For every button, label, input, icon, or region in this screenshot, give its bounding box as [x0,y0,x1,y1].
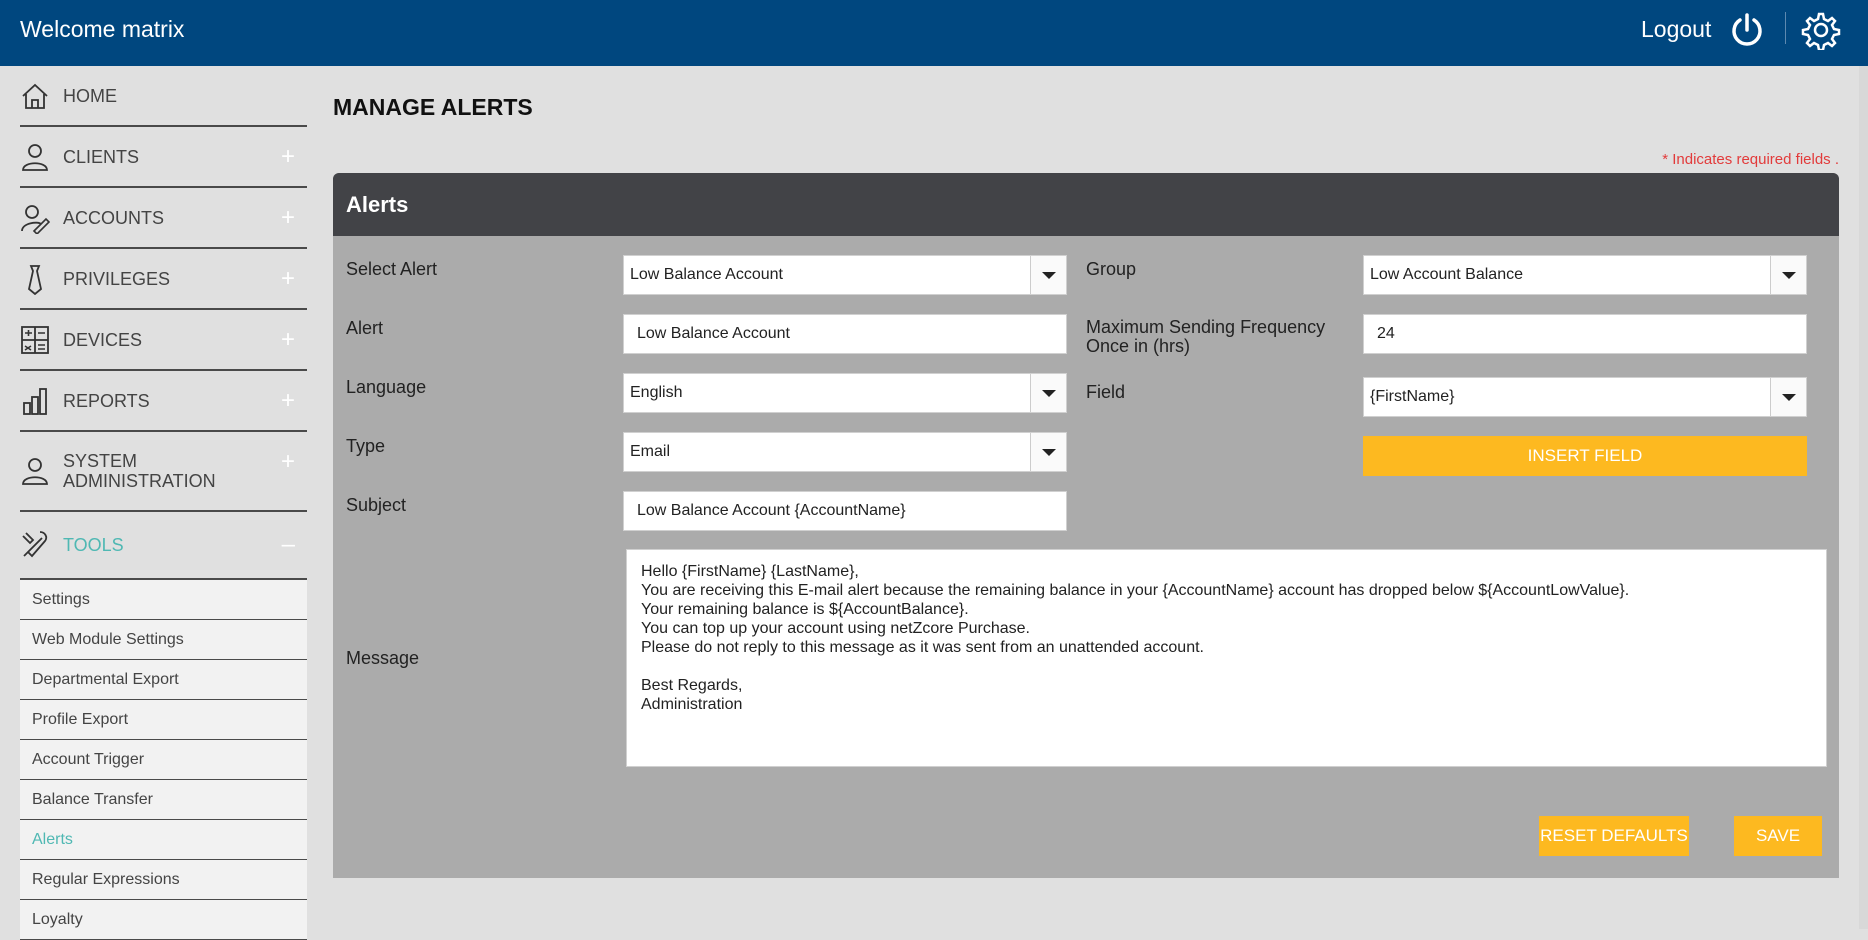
language-dropdown[interactable]: English [623,373,1067,413]
chevron-down-icon [1030,374,1066,412]
sidebar-item-label: TOOLS [63,535,124,555]
calculator-icon [21,325,49,354]
message-line [641,657,1812,676]
message-label: Message [346,648,420,668]
alert-input[interactable]: Low Balance Account [623,314,1067,354]
power-icon[interactable] [1727,10,1767,50]
expand-icon: + [280,203,295,231]
message-line: You are receiving this E-mail alert beca… [641,582,1630,599]
language-label: Language [346,377,427,397]
alert-label: Alert [346,318,384,338]
message-line: Hello {FirstName} {LastName}, [641,563,859,580]
sidebar-item-label: PRIVILEGES [63,268,171,289]
page-title: MANAGE ALERTS [333,94,533,120]
type-dropdown[interactable]: Email [623,432,1067,472]
home-icon [22,83,48,109]
submenu-item-profile-export[interactable]: Profile Export [20,700,307,740]
reset-defaults-button[interactable]: RESET DEFAULTS [1539,816,1689,856]
select-alert-value: Low Balance Account [630,266,783,283]
subject-label: Subject [346,495,407,515]
expand-icon: + [280,386,295,414]
sidebar-item-label: HOME [63,85,117,106]
user-icon [22,143,48,171]
message-line: Please do not reply to this message as i… [641,639,1204,656]
expand-icon: + [280,142,295,170]
alerts-panel: Alerts Select Alert Low Balance Account … [333,173,1839,878]
chevron-down-icon [1770,378,1806,416]
panel-title: Alerts [333,173,1839,236]
bar-chart-icon [23,387,47,415]
sidebar-item-label: CLIENTS [63,146,140,167]
submenu-item-departmental-export[interactable]: Departmental Export [20,660,307,700]
max-frequency-label-line2: Once in (hrs) [1086,336,1191,356]
sidebar-item-label: DEVICES [63,329,143,350]
sidebar-item-clients[interactable]: CLIENTS + [20,127,307,188]
submenu-item-alerts[interactable]: Alerts [20,820,307,860]
group-label: Group [1086,259,1137,279]
welcome-text: Welcome matrix [20,16,185,42]
expand-icon: + [280,448,295,475]
max-frequency-label: Maximum Sending Frequency Once in (hrs) [1086,318,1325,356]
tools-icon [22,531,48,558]
group-dropdown[interactable]: Low Account Balance [1363,255,1807,295]
type-label: Type [346,436,386,456]
type-value: Email [630,443,671,460]
submenu-item-account-trigger[interactable]: Account Trigger [20,740,307,780]
admin-user-icon [22,458,48,485]
message-textarea[interactable]: Hello {FirstName} {LastName}, You are re… [626,549,1827,767]
account-edit-icon [21,204,50,234]
gear-icon[interactable] [1801,10,1841,50]
sidebar-item-tools[interactable]: TOOLS – [20,512,307,580]
submenu-item-settings[interactable]: Settings [20,580,307,620]
max-frequency-label-line1: Maximum Sending Frequency [1086,317,1326,337]
sidebar-item-privileges[interactable]: PRIVILEGES + [20,249,307,310]
select-alert-dropdown[interactable]: Low Balance Account [623,255,1067,295]
collapse-icon: – [281,531,295,558]
field-label: Field [1086,382,1126,402]
submenu-item-loyalty[interactable]: Loyalty [20,900,307,940]
chevron-down-icon [1030,433,1066,471]
expand-icon: + [280,325,295,353]
max-frequency-input[interactable]: 24 [1363,314,1807,354]
message-line: Best Regards, [641,677,743,694]
sidebar-item-accounts[interactable]: ACCOUNTS + [20,188,307,249]
select-alert-label: Select Alert [346,259,438,279]
subject-input[interactable]: Low Balance Account {AccountName} [623,491,1067,531]
sidebar-item-reports[interactable]: REPORTS + [20,371,307,432]
submenu-item-regular-expressions[interactable]: Regular Expressions [20,860,307,900]
logout-link[interactable]: Logout [1641,16,1711,43]
chevron-down-icon [1770,256,1806,294]
sidebar-item-home[interactable]: HOME [20,66,307,127]
sidebar-item-system-administration[interactable]: SYSTEM ADMINISTRATION + [20,432,307,512]
group-value: Low Account Balance [1370,266,1523,283]
insert-field-button[interactable]: INSERT FIELD [1363,436,1807,476]
language-value: English [630,384,683,401]
sidebar-item-label: SYSTEM ADMINISTRATION [63,451,216,491]
submenu-item-balance-transfer[interactable]: Balance Transfer [20,780,307,820]
tools-submenu: Settings Web Module Settings Departmenta… [20,580,307,940]
message-line: Your remaining balance is ${AccountBalan… [641,601,969,618]
field-value: {FirstName} [1370,388,1455,405]
required-fields-note: * Indicates required fields . [1662,151,1839,168]
sidebar-item-devices[interactable]: DEVICES + [20,310,307,371]
chevron-down-icon [1030,256,1066,294]
expand-icon: + [280,264,295,292]
field-dropdown[interactable]: {FirstName} [1363,377,1807,417]
sidebar-item-label: ACCOUNTS [63,207,165,228]
sidebar: HOME CLIENTS + ACCOUNTS + PRIVILEGES + D… [20,66,307,940]
tie-icon [28,264,42,295]
message-line: Administration [641,696,743,713]
sidebar-item-label: REPORTS [63,390,150,411]
topbar-divider [1785,12,1786,44]
submenu-item-web-module-settings[interactable]: Web Module Settings [20,620,307,660]
top-bar: Welcome matrix Logout [0,0,1868,66]
message-line: You can top up your account using netZco… [641,620,1030,637]
vertical-scrollbar[interactable] [1859,66,1868,929]
save-button[interactable]: SAVE [1734,816,1822,856]
